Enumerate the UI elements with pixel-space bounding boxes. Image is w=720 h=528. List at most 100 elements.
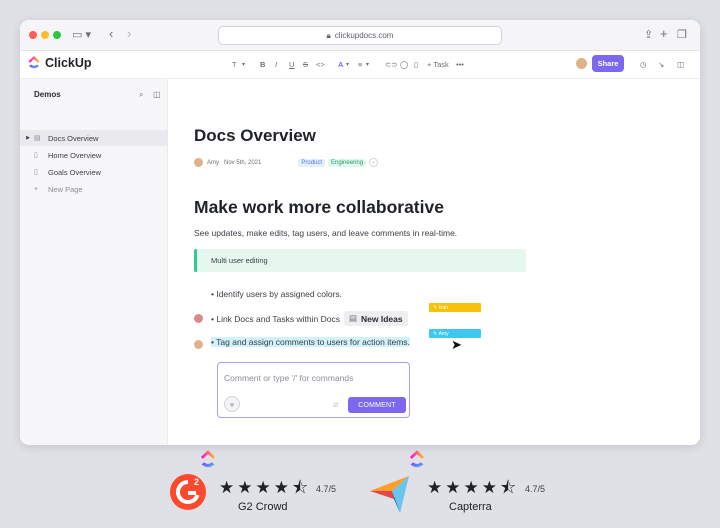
lock-icon: 🔒︎ <box>326 30 331 40</box>
chevron-down-icon[interactable]: ▾ <box>366 59 369 71</box>
attachment-icon[interactable]: ⌀ <box>333 399 338 410</box>
list-item-text: • Identify users by assigned colors. <box>211 289 343 299</box>
star-icon: ★ <box>445 478 461 497</box>
doc-date: Nov 5th, 2021 <box>224 159 262 166</box>
add-tag-icon[interactable]: + <box>369 158 379 167</box>
clickup-small-logo-icon <box>200 450 216 468</box>
doc-icon: ▤ <box>348 313 357 323</box>
browser-chrome: ▭ ▾ ‹ › 🔒︎ clickupdocs.com ⇪ + ❐ <box>20 20 700 51</box>
sidebar-item-home-overview[interactable]: ▯ Home Overview <box>20 147 168 163</box>
app-toolbar: ClickUp T ▾ B I U S <> A ▾ ≡ ▾ ⊂⊃ ◯ ▯ + … <box>20 51 700 79</box>
star-icon: ★ <box>273 478 289 497</box>
list-item-text: • Link Docs and Tasks within Docs <box>211 313 340 324</box>
sidebar-title: Demos <box>34 90 61 99</box>
star-icon: ★ <box>427 478 443 497</box>
callout-text: Multi user editing <box>211 256 268 265</box>
review-source-capterra: Capterra <box>449 501 492 513</box>
sidebar-item-goals-overview[interactable]: ▯ Goals Overview <box>20 164 168 180</box>
linked-doc-label: New Ideas <box>361 313 403 324</box>
g2-logo-icon: 2 <box>170 474 206 510</box>
half-star-icon: ⯪ <box>292 478 309 497</box>
doc-icon: ▯ <box>34 152 38 159</box>
cursor-name: Ivan <box>438 304 449 311</box>
cursor-name: Amy <box>438 330 449 337</box>
comment-icon[interactable]: ◯ <box>400 59 408 71</box>
app-window: ▭ ▾ ‹ › 🔒︎ clickupdocs.com ⇪ + ❐ ClickUp… <box>20 20 700 445</box>
link-icon[interactable]: ⊂⊃ <box>385 59 398 71</box>
forward-arrow-icon[interactable]: › <box>127 26 131 42</box>
doc-title[interactable]: Docs Overview <box>194 126 316 146</box>
back-arrow-icon[interactable]: ‹ <box>109 26 113 42</box>
sidebar-item-docs-overview[interactable]: ▶ ▤ Docs Overview <box>20 130 168 146</box>
minimize-window-button[interactable] <box>41 31 49 39</box>
more-options-button[interactable]: ••• <box>456 59 464 71</box>
star-icon: ★ <box>463 478 479 497</box>
text-style-button[interactable]: T <box>232 59 237 71</box>
plus-icon: + <box>34 185 39 193</box>
italic-button[interactable]: I <box>275 59 277 71</box>
text-color-button[interactable]: A <box>338 59 343 71</box>
maximize-window-button[interactable] <box>53 31 61 39</box>
strikethrough-button[interactable]: S <box>303 59 308 71</box>
star-icon: ★ <box>481 478 497 497</box>
linked-doc-chip[interactable]: ▤ New Ideas <box>343 311 408 326</box>
star-rating-g2: ★ ★ ★ ★ ⯪ <box>219 479 308 497</box>
bold-button[interactable]: B <box>260 59 265 71</box>
capterra-logo-icon <box>370 476 409 513</box>
list-item[interactable]: • Link Docs and Tasks within Docs ▤ New … <box>211 311 408 326</box>
share-sheet-icon[interactable]: ⇪ <box>644 26 653 44</box>
doc-icon: ▤ <box>34 135 41 142</box>
doc-meta: Amy Nov 5th, 2021 Product Engineering + <box>194 158 379 167</box>
comment-input[interactable]: Comment or type '/' for commands <box>224 373 353 383</box>
comment-button[interactable]: COMMENT <box>348 397 406 413</box>
star-rating-capterra: ★ ★ ★ ★ ⯪ <box>427 479 516 497</box>
code-button[interactable]: <> <box>316 59 325 71</box>
add-task-button[interactable]: + Task <box>427 59 449 71</box>
underline-button[interactable]: U <box>289 59 294 71</box>
clock-icon[interactable]: ◷ <box>640 59 647 71</box>
search-icon[interactable]: ⌕ <box>139 90 143 100</box>
tabs-overview-icon[interactable]: ❐ <box>677 26 687 44</box>
sidebar-item-label: Goals Overview <box>48 167 101 177</box>
caret-right-icon[interactable]: ▶ <box>22 135 34 141</box>
doc-subtitle[interactable]: See updates, make edits, tag users, and … <box>194 228 457 238</box>
tag-product[interactable]: Product <box>298 158 326 167</box>
comment-box[interactable]: Comment or type '/' for commands ● ⌀ COM… <box>217 362 410 418</box>
collapse-icon[interactable]: ↘ <box>658 59 664 71</box>
sidebar-item-label: Docs Overview <box>48 133 99 143</box>
share-button[interactable]: Share <box>592 55 624 72</box>
tag-engineering[interactable]: Engineering <box>328 158 367 167</box>
cursor-tag-ivan: ✎ Ivan <box>429 303 481 312</box>
half-star-icon: ⯪ <box>500 478 517 497</box>
chevron-down-icon[interactable]: ▾ <box>346 59 349 71</box>
user-icon: ● <box>224 396 240 412</box>
clickup-logo: ClickUp <box>27 56 92 70</box>
rating-value-capterra: 4.7/5 <box>525 484 546 494</box>
document-icon[interactable]: ▯ <box>414 59 418 71</box>
avatar <box>576 58 587 69</box>
author-name: Amy <box>207 159 219 166</box>
url-bar[interactable]: 🔒︎ clickupdocs.com <box>218 26 502 45</box>
doc-heading[interactable]: Make work more collaborative <box>194 197 444 218</box>
layout-icon[interactable]: ◫ <box>153 90 161 99</box>
list-item[interactable]: • Tag and assign comments to users for a… <box>211 337 410 347</box>
rating-value-g2: 4.7/5 <box>316 484 337 494</box>
callout-block[interactable]: Multi user editing <box>194 249 526 272</box>
list-item[interactable]: • Identify users by assigned colors. <box>211 289 342 299</box>
sidebar-toggle-icon[interactable]: ▭ ▾ <box>72 26 91 44</box>
new-tab-icon[interactable]: + <box>660 26 668 42</box>
close-window-button[interactable] <box>29 31 37 39</box>
svg-text:2: 2 <box>194 477 199 487</box>
list-item-text-highlighted: • Tag and assign comments to users for a… <box>211 337 410 347</box>
star-icon: ★ <box>237 478 253 497</box>
clickup-small-logo-icon <box>409 450 425 468</box>
url-text: clickupdocs.com <box>334 31 394 40</box>
align-button[interactable]: ≡ <box>358 59 362 71</box>
new-page-button[interactable]: + New Page <box>20 181 168 197</box>
new-page-label: New Page <box>48 184 83 194</box>
chevron-down-icon[interactable]: ▾ <box>242 59 245 71</box>
panel-toggle-icon[interactable]: ◫ <box>677 59 684 71</box>
clickup-logo-icon <box>28 56 40 69</box>
star-icon: ★ <box>255 478 271 497</box>
author-avatar <box>194 158 203 167</box>
